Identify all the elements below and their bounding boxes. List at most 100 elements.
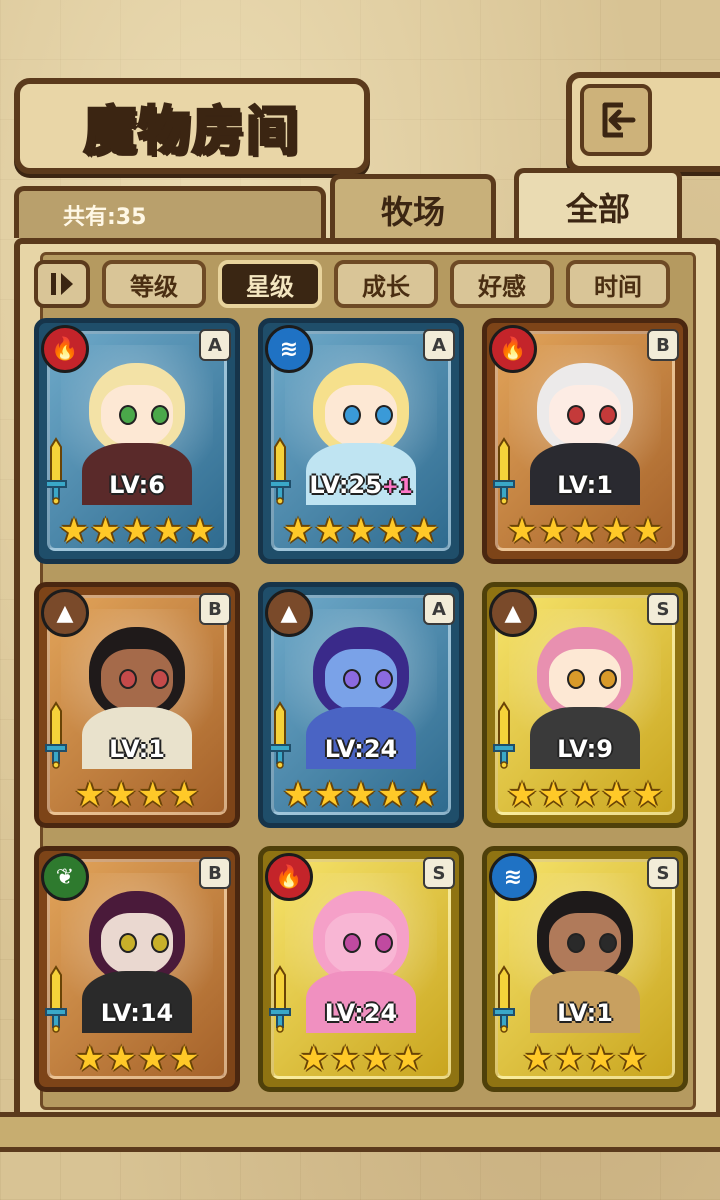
level-value: LV:9 <box>557 735 613 763</box>
star-rating: ★ ★ ★ ★ <box>263 1037 459 1081</box>
level-label: LV:1 <box>487 999 683 1027</box>
star-icon: ★ <box>168 775 200 815</box>
star-rating: ★ ★ ★ ★ <box>39 1037 235 1081</box>
star-icon: ★ <box>74 1039 106 1079</box>
back-arrow-icon <box>580 84 652 156</box>
rank-badge: A <box>423 329 455 361</box>
level-value: LV:25 <box>309 471 382 499</box>
level-label: LV:25+1 <box>263 471 459 499</box>
earth-icon: ▲ <box>41 589 89 637</box>
level-value: LV:24 <box>324 735 398 763</box>
tab-all[interactable]: 全部 <box>514 168 682 240</box>
back-button[interactable] <box>566 72 720 172</box>
level-value: LV:6 <box>109 471 165 499</box>
sort-by-level-button[interactable]: 等级 <box>102 260 206 308</box>
monster-card[interactable]: ▲ S LV:9 ★ ★ ★ ★ ★ <box>482 582 688 828</box>
level-label: LV:6 <box>39 471 235 499</box>
sort-order-toggle[interactable] <box>34 260 90 308</box>
star-icon: ★ <box>601 775 632 815</box>
monster-count-label: 共有:35 <box>63 204 147 230</box>
star-icon: ★ <box>538 775 569 815</box>
level-label: LV:24 <box>263 735 459 763</box>
star-icon: ★ <box>106 775 137 815</box>
star-icon: ★ <box>377 775 408 815</box>
level-label: LV:1 <box>487 471 683 499</box>
tab-farm[interactable]: 牧场 <box>330 174 496 240</box>
star-icon: ★ <box>330 1039 361 1079</box>
star-icon: ★ <box>522 1039 554 1079</box>
fire-icon: 🔥 <box>41 325 89 373</box>
rank-badge: S <box>647 593 679 625</box>
monster-card[interactable]: ▲ A LV:24 ★ ★ ★ ★ ★ <box>258 582 464 828</box>
sort-direction-icon <box>51 273 73 295</box>
water-icon: ≋ <box>489 853 537 901</box>
star-icon: ★ <box>121 511 153 551</box>
monster-card[interactable]: ≋ S LV:1 ★ ★ ★ ★ <box>482 846 688 1092</box>
star-icon: ★ <box>137 775 168 815</box>
star-rating: ★ ★ ★ ★ ★ <box>487 773 683 817</box>
sort-by-time-button[interactable]: 时间 <box>566 260 670 308</box>
bottom-frame-bar <box>0 1112 720 1152</box>
sort-button-label: 星级 <box>246 272 294 301</box>
rank-badge: A <box>199 329 231 361</box>
level-value: LV:1 <box>109 735 165 763</box>
star-rating: ★ ★ ★ ★ ★ <box>263 773 459 817</box>
level-value: LV:24 <box>324 999 398 1027</box>
star-icon: ★ <box>298 1039 330 1079</box>
sort-button-label: 好感 <box>478 272 526 301</box>
level-value: LV:14 <box>100 999 174 1027</box>
star-rating: ★ ★ ★ ★ ★ <box>39 509 235 553</box>
star-icon: ★ <box>137 1039 168 1079</box>
tab-all-label: 全部 <box>565 189 630 228</box>
star-icon: ★ <box>569 511 601 551</box>
fire-icon: 🔥 <box>265 853 313 901</box>
star-rating: ★ ★ ★ ★ ★ <box>263 509 459 553</box>
monster-card[interactable]: 🔥 S LV:24 ★ ★ ★ ★ <box>258 846 464 1092</box>
star-icon: ★ <box>506 511 538 551</box>
level-label: LV:24 <box>263 999 459 1027</box>
level-label: LV:1 <box>39 735 235 763</box>
star-icon: ★ <box>585 1039 616 1079</box>
star-icon: ★ <box>601 511 632 551</box>
rank-badge: B <box>647 329 679 361</box>
monster-count: 共有:35 <box>14 186 326 238</box>
star-rating: ★ ★ ★ ★ ★ <box>487 509 683 553</box>
star-icon: ★ <box>616 1039 648 1079</box>
star-rating: ★ ★ ★ ★ <box>487 1037 683 1081</box>
earth-icon: ▲ <box>489 589 537 637</box>
level-bonus: +1 <box>381 474 413 498</box>
star-icon: ★ <box>632 775 664 815</box>
sort-by-star-button[interactable]: 星级 <box>218 260 322 308</box>
monster-card[interactable]: 🔥 B LV:1 ★ ★ ★ ★ ★ <box>482 318 688 564</box>
star-icon: ★ <box>282 775 314 815</box>
monster-card[interactable]: 🔥 A LV:6 ★ ★ ★ ★ ★ <box>34 318 240 564</box>
star-icon: ★ <box>377 511 408 551</box>
monster-card[interactable]: ▲ B LV:1 ★ ★ ★ ★ <box>34 582 240 828</box>
sort-button-label: 等级 <box>130 272 178 301</box>
star-icon: ★ <box>506 775 538 815</box>
star-icon: ★ <box>153 511 184 551</box>
star-icon: ★ <box>392 1039 424 1079</box>
rank-badge: A <box>423 593 455 625</box>
rank-badge: S <box>647 857 679 889</box>
monster-card[interactable]: ❦ B LV:14 ★ ★ ★ ★ <box>34 846 240 1092</box>
star-icon: ★ <box>74 775 106 815</box>
star-icon: ★ <box>345 775 377 815</box>
star-icon: ★ <box>168 1039 200 1079</box>
level-label: LV:9 <box>487 735 683 763</box>
star-icon: ★ <box>408 775 440 815</box>
sort-by-affection-button[interactable]: 好感 <box>450 260 554 308</box>
rank-badge: S <box>423 857 455 889</box>
rank-badge: B <box>199 593 231 625</box>
sort-by-growth-button[interactable]: 成长 <box>334 260 438 308</box>
level-label: LV:14 <box>39 999 235 1027</box>
level-value: LV:1 <box>557 471 613 499</box>
star-icon: ★ <box>554 1039 585 1079</box>
monster-card[interactable]: ≋ A LV:25+1 ★ ★ ★ ★ ★ <box>258 318 464 564</box>
star-icon: ★ <box>632 511 664 551</box>
rank-badge: B <box>199 857 231 889</box>
title-plaque: 魔物房间 <box>14 78 370 174</box>
page-title: 魔物房间 <box>82 100 300 163</box>
level-value: LV:1 <box>557 999 613 1027</box>
star-icon: ★ <box>408 511 440 551</box>
